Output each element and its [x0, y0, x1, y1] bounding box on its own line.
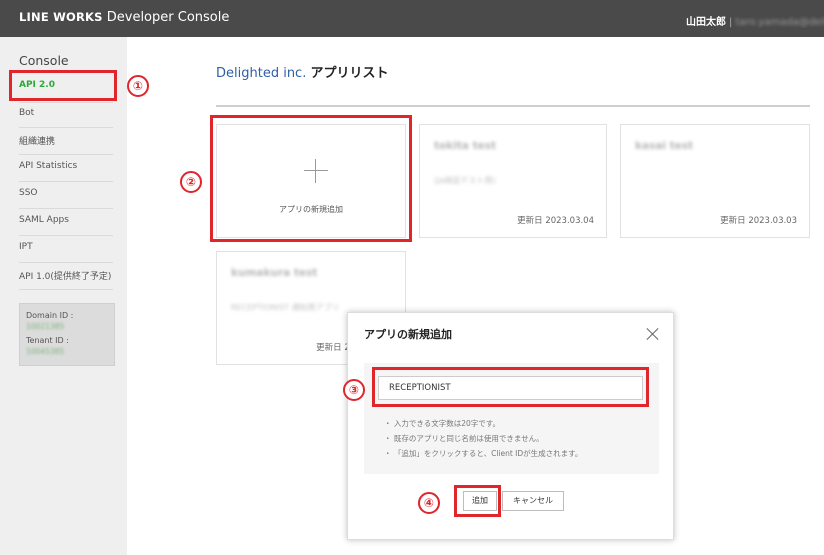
app-description: (Ja検証テスト用) — [434, 176, 496, 185]
sidebar-title: Console — [19, 53, 69, 68]
sidebar-item-sso[interactable]: SSO — [19, 188, 113, 198]
sidebar-divider — [19, 127, 113, 128]
brand-logo[interactable]: LINE WORKS Developer Console — [19, 10, 229, 25]
sidebar: Console API 2.0 Bot 組織連携 API Statistics … — [0, 37, 127, 555]
page-title: Delighted inc. アプリリスト — [216, 62, 389, 81]
sidebar-item-api-statistics[interactable]: API Statistics — [19, 161, 113, 171]
tenant-id-label: Tenant ID : — [26, 336, 69, 345]
page-title-suffix: アプリリスト — [310, 66, 389, 81]
domain-id-value: 10021385 — [26, 322, 65, 331]
domain-id-label: Domain ID : — [26, 311, 74, 320]
app-name: kasai test — [635, 140, 694, 152]
top-bar: LINE WORKS Developer Console 山田太郎 | taro.y… — [0, 0, 824, 37]
app-name: tokita test — [434, 140, 496, 152]
hint-text: ・ 既存のアプリと同じ名前は使用できません。 — [384, 434, 544, 443]
app-description: RECEPTIONIST 通知用アプリ — [231, 303, 340, 312]
step-marker-3: ③ — [343, 379, 365, 401]
annotation-box-4 — [454, 485, 501, 517]
sidebar-divider — [19, 208, 113, 209]
tenant-id-value: 10045385 — [26, 347, 65, 356]
sidebar-item-api-1-0[interactable]: API 1.0(提供終了予定) — [19, 269, 113, 282]
sidebar-item-saml-apps[interactable]: SAML Apps — [19, 215, 113, 225]
sidebar-divider — [19, 154, 113, 155]
sidebar-divider — [19, 235, 113, 236]
app-name: kumakura test — [231, 267, 318, 279]
sidebar-divider — [19, 102, 113, 103]
annotation-box-2 — [210, 115, 412, 242]
close-icon[interactable] — [646, 327, 660, 341]
sidebar-divider — [19, 289, 113, 290]
sidebar-divider — [19, 181, 113, 182]
annotation-box-1 — [9, 70, 117, 101]
brand-rest: Developer Console — [106, 10, 230, 25]
app-updated-date: 更新日 2023.03.03 — [720, 216, 797, 226]
cancel-button[interactable]: キャンセル — [502, 491, 564, 511]
sidebar-divider — [19, 262, 113, 263]
app-card[interactable]: tokita test (Ja検証テスト用) 更新日 2023.03.04 — [419, 124, 607, 238]
app-card[interactable]: kasai test 更新日 2023.03.03 — [620, 124, 810, 238]
modal-title: アプリの新規追加 — [364, 328, 452, 341]
hint-text: ・ 「追加」をクリックすると、Client IDが生成されます。 — [384, 449, 583, 458]
org-name: Delighted inc. — [216, 66, 307, 81]
brand-bold: LINE WORKS — [19, 10, 103, 24]
step-marker-2: ② — [180, 171, 202, 193]
user-separator: | — [729, 17, 733, 28]
id-info-box: Domain ID : 10021385 Tenant ID : 1004538… — [19, 303, 115, 366]
step-marker-1: ① — [127, 75, 149, 97]
sidebar-item-org-sync[interactable]: 組織連携 — [19, 134, 113, 147]
step-marker-4: ④ — [418, 492, 440, 514]
app-updated-date: 更新日 2023.03.04 — [517, 216, 594, 226]
annotation-box-3 — [372, 367, 649, 407]
title-divider — [216, 105, 810, 107]
hint-text: ・ 入力できる文字数は20字です。 — [384, 419, 501, 428]
user-name: 山田太郎 — [686, 17, 726, 28]
add-app-modal: アプリの新規追加 ・ 入力できる文字数は20字です。 ・ 既存のアプリと同じ名前… — [347, 312, 674, 540]
user-email: taro.yamada@delighted — [735, 17, 824, 28]
sidebar-item-bot[interactable]: Bot — [19, 108, 113, 118]
sidebar-item-ipt[interactable]: IPT — [19, 242, 113, 252]
user-info[interactable]: 山田太郎|taro.yamada@delighted — [686, 13, 824, 28]
